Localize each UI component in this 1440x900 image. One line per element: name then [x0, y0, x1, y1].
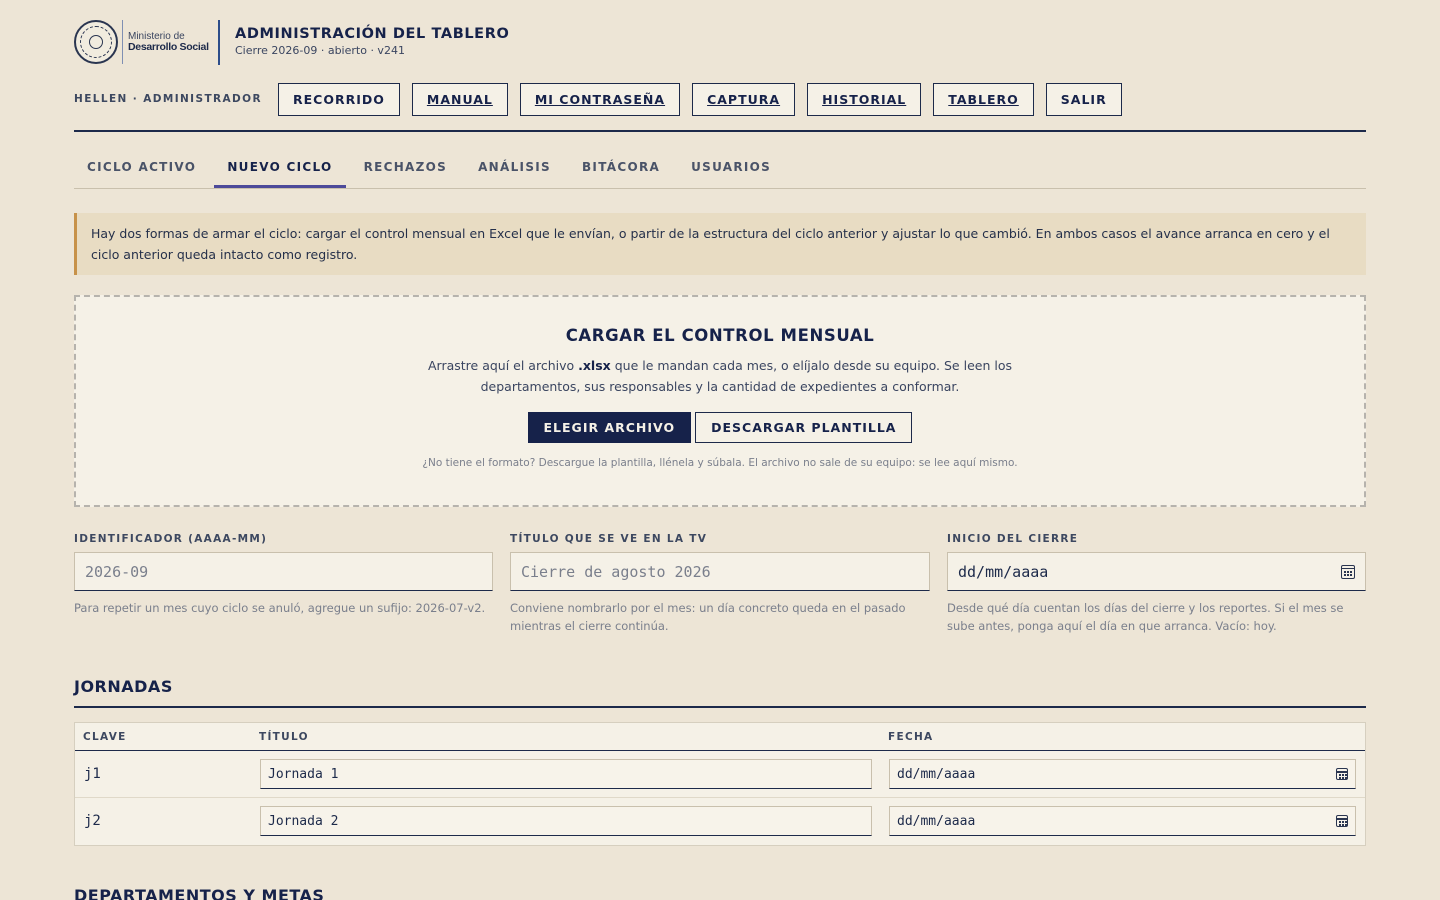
row-date-input[interactable]: dd/mm/aaaa [889, 759, 1356, 789]
tv-title-field-group: TÍTULO QUE SE VE EN LA TV Cierre de agos… [510, 533, 930, 635]
choose-file-button[interactable]: ELEGIR ARCHIVO [527, 412, 692, 443]
start-date-help: Desde qué día cuentan los días del cierr… [947, 601, 1344, 633]
upload-description: Arrastre aquí el archivo .xlsx que le ma… [428, 358, 1012, 394]
tv-title-label: TÍTULO QUE SE VE EN LA TV [510, 533, 708, 545]
header-rule [74, 130, 1366, 132]
calendar-icon[interactable] [1341, 564, 1355, 579]
column-header-clave: CLAVE [83, 731, 127, 743]
calendar-icon[interactable] [1336, 768, 1348, 780]
ministry-logo: Ministerio de Desarrollo Social [74, 18, 209, 66]
table-row: j1 Jornada 1 dd/mm/aaaa [75, 751, 1365, 798]
jornadas-table: CLAVE TÍTULO FECHA j1 Jornada 1 dd/mm/aa… [74, 722, 1366, 846]
tablero-button[interactable]: TABLERO [933, 83, 1034, 116]
download-template-button[interactable]: DESCARGAR PLANTILLA [695, 412, 913, 443]
identifier-label: IDENTIFICADOR (AAAA-MM) [74, 533, 268, 545]
start-date-label: INICIO DEL CIERRE [947, 533, 1079, 545]
recorrido-button[interactable]: RECORRIDO [278, 83, 400, 116]
user-role-label: HELLEN · ADMINISTRADOR [74, 93, 262, 105]
file-extension: .xlsx [578, 358, 611, 373]
tab-usuarios[interactable]: USUARIOS [678, 152, 784, 188]
tab-rechazos[interactable]: RECHAZOS [351, 152, 461, 188]
tab-ciclo-activo[interactable]: CICLO ACTIVO [74, 152, 209, 188]
row-key: j2 [84, 813, 101, 829]
tab-nuevo-ciclo[interactable]: NUEVO CICLO [214, 152, 346, 188]
upload-note: ¿No tiene el formato? Descargue la plant… [422, 457, 1018, 469]
table-header: CLAVE TÍTULO FECHA [75, 723, 1365, 751]
identifier-field-group: IDENTIFICADOR (AAAA-MM) 2026-09 Para rep… [74, 533, 493, 617]
admin-tabs: CICLO ACTIVO NUEVO CICLO RECHAZOS ANÁLIS… [74, 152, 1366, 189]
identifier-input[interactable]: 2026-09 [74, 552, 493, 591]
row-key: j1 [84, 766, 101, 782]
start-date-input[interactable]: dd/mm/aaaa [947, 552, 1366, 591]
column-header-titulo: TÍTULO [259, 731, 309, 743]
upload-dropzone[interactable]: CARGAR EL CONTROL MENSUAL Arrastre aquí … [74, 295, 1366, 507]
tv-title-help: Conviene nombrarlo por el mes: un día co… [510, 601, 906, 633]
row-title-input[interactable]: Jornada 2 [260, 806, 872, 836]
upload-title: CARGAR EL CONTROL MENSUAL [565, 326, 875, 345]
brand-divider [218, 20, 220, 65]
row-title-input[interactable]: Jornada 1 [260, 759, 872, 789]
tab-bitacora[interactable]: BITÁCORA [569, 152, 673, 188]
info-notice: Hay dos formas de armar el ciclo: cargar… [74, 213, 1366, 275]
start-date-field-group: INICIO DEL CIERRE dd/mm/aaaa Desde qué d… [947, 533, 1366, 635]
app-subtitle: Cierre 2026-09 · abierto · v241 [235, 44, 405, 57]
captura-button[interactable]: CAPTURA [692, 83, 796, 116]
jornadas-rule [74, 706, 1366, 708]
seal-icon [74, 20, 118, 64]
tab-analisis[interactable]: ANÁLISIS [465, 152, 564, 188]
jornadas-title: JORNADAS [74, 677, 173, 696]
departments-title: DEPARTAMENTOS Y METAS [74, 886, 325, 900]
manual-button[interactable]: MANUAL [411, 83, 508, 116]
ministry-name-line2: Desarrollo Social [128, 41, 209, 53]
historial-button[interactable]: HISTORIAL [807, 83, 922, 116]
app-title: ADMINISTRACIÓN DEL TABLERO [235, 26, 510, 42]
header-nav: RECORRIDO MANUAL MI CONTRASEÑA CAPTURA H… [278, 83, 1122, 116]
row-date-input[interactable]: dd/mm/aaaa [889, 806, 1356, 836]
column-header-fecha: FECHA [888, 731, 934, 743]
salir-button[interactable]: SALIR [1045, 83, 1122, 116]
tv-title-input[interactable]: Cierre de agosto 2026 [510, 552, 930, 591]
table-row: j2 Jornada 2 dd/mm/aaaa [75, 798, 1365, 845]
identifier-help: Para repetir un mes cuyo ciclo se anuló,… [74, 601, 486, 615]
mi-contrasena-button[interactable]: MI CONTRASEÑA [519, 83, 681, 116]
calendar-icon[interactable] [1336, 815, 1348, 827]
